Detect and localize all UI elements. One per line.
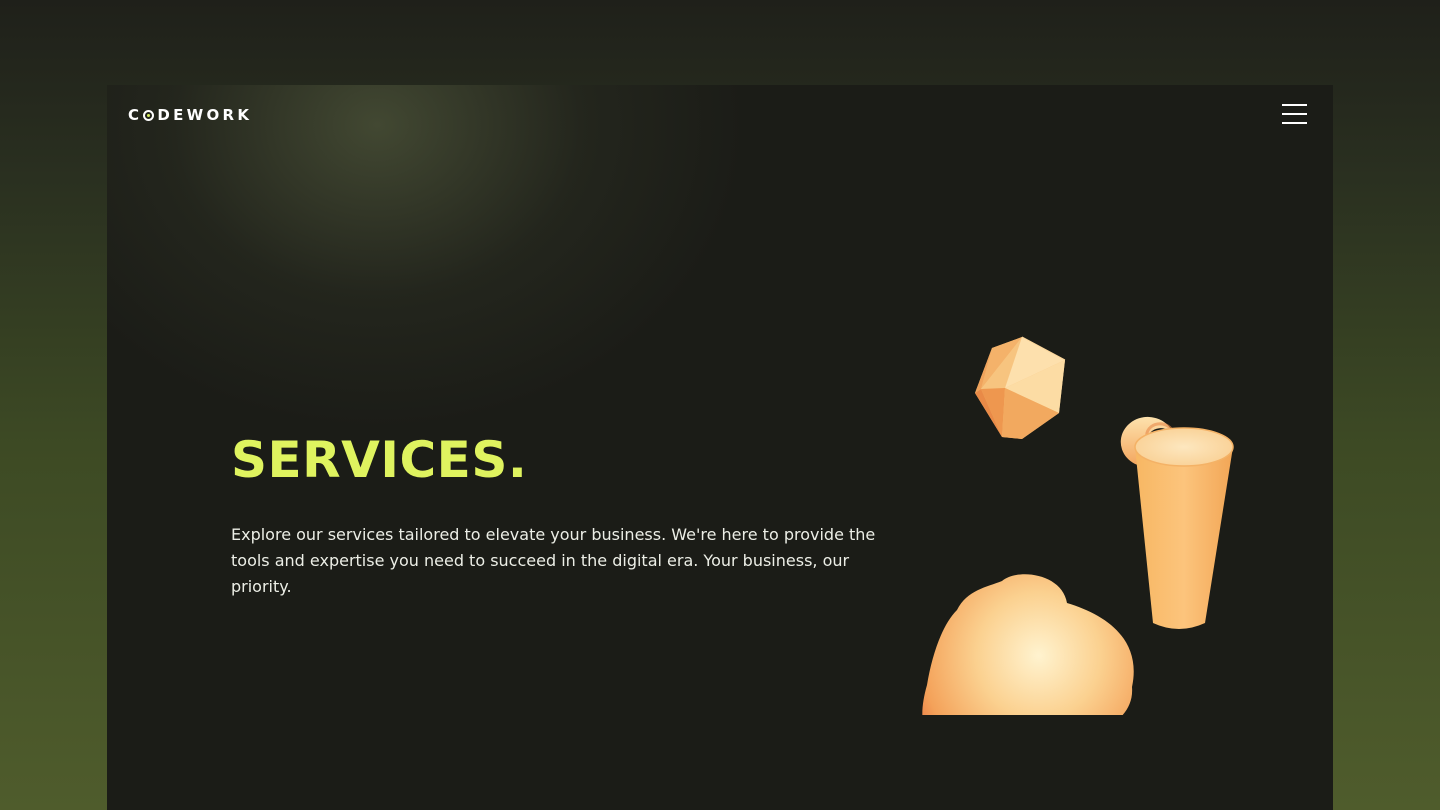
menu-line-bottom	[1282, 122, 1307, 124]
blob-shape	[922, 574, 1134, 715]
hero-description: Explore our services tailored to elevate…	[231, 525, 876, 596]
page-frame: C DEWORK SERVICES. Explore our services …	[107, 85, 1333, 810]
menu-line-top	[1282, 104, 1307, 106]
logo-text-suffix: DEWORK	[157, 106, 253, 124]
logo-o-mark-icon	[143, 109, 155, 121]
hero-illustration	[922, 336, 1234, 715]
icosahedron-shape	[975, 336, 1066, 439]
cylinder-shape	[1134, 427, 1234, 629]
menu-line-middle	[1282, 113, 1307, 115]
codework-logo[interactable]: C DEWORK	[128, 105, 252, 125]
hamburger-menu-icon[interactable]	[1282, 104, 1307, 124]
logo-text-prefix: C	[128, 106, 143, 124]
page-title: SERVICES.	[231, 431, 528, 489]
